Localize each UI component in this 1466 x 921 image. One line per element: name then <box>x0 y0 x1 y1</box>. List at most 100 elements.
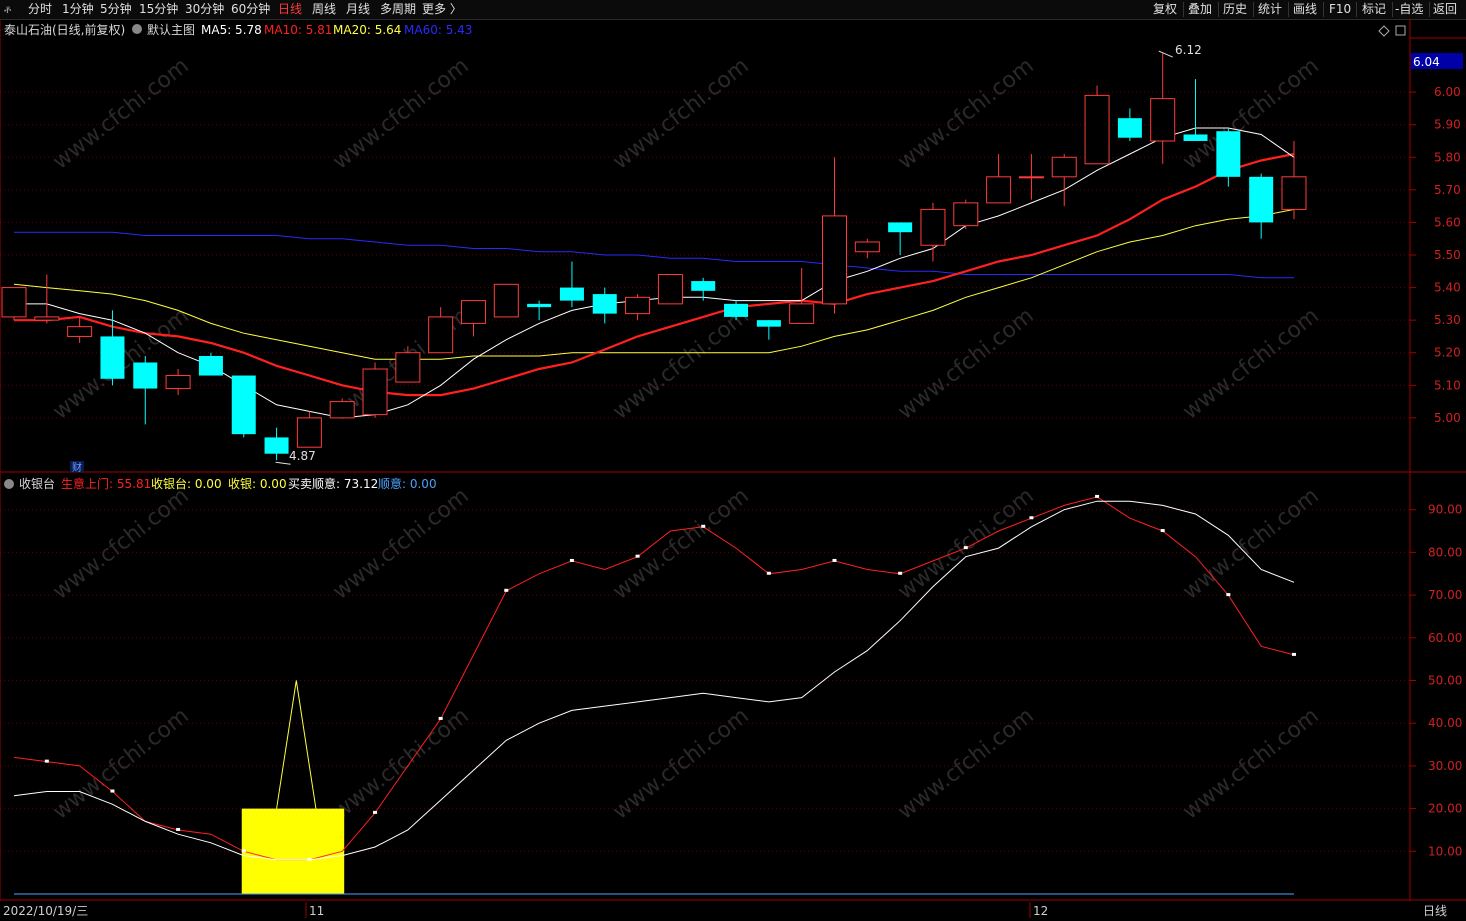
shouyintai-highlight <box>241 808 345 894</box>
ma5-legend: MA5: 5.78 <box>201 23 262 37</box>
candle-body <box>1018 176 1044 179</box>
candle-body <box>822 215 847 305</box>
month-tick-11: 11 <box>309 904 324 918</box>
candle <box>165 369 191 396</box>
template-name: 默认主图 <box>147 22 195 37</box>
candle-body <box>231 375 256 435</box>
signal-marker <box>110 789 115 793</box>
watermark-text: www.cfchi.com <box>1178 53 1323 174</box>
signal-marker <box>307 857 312 861</box>
candle-body <box>888 222 913 233</box>
candle <box>920 202 946 262</box>
candle <box>986 154 1012 204</box>
watermark-text: www.cfchi.com <box>893 703 1038 824</box>
candle <box>1281 140 1307 220</box>
finance-marker[interactable]: 财 <box>72 461 82 474</box>
candle-body <box>198 355 223 376</box>
candle-body <box>1150 98 1176 142</box>
ma60-line <box>14 231 1294 279</box>
stock-title: 泰山石油(日线,前复权) <box>4 22 125 37</box>
template-dropdown-icon[interactable] <box>132 24 142 34</box>
candle <box>1216 127 1241 187</box>
watermark-text: www.cfchi.com <box>1178 703 1323 824</box>
signal-marker <box>1226 593 1231 597</box>
price-tick-label: 5.90 <box>1434 118 1461 132</box>
candle <box>198 352 223 376</box>
shouyintai-spike <box>276 680 317 809</box>
candle-body <box>67 326 93 337</box>
candle <box>1117 108 1142 141</box>
candle <box>888 222 913 255</box>
candle-body <box>1084 94 1110 165</box>
candle-body <box>460 300 486 324</box>
signal-marker <box>1029 516 1034 520</box>
candle-body <box>133 362 158 389</box>
candle <box>953 199 979 229</box>
signal-marker <box>569 558 574 562</box>
candle <box>854 238 880 259</box>
candle <box>34 274 60 324</box>
candle-body <box>724 303 749 317</box>
candle <box>1249 173 1274 239</box>
candle <box>1183 79 1208 141</box>
candle-body <box>789 303 815 324</box>
window-icon[interactable] <box>1395 25 1406 36</box>
candle-body <box>657 274 683 305</box>
candle-body <box>953 202 979 227</box>
watermark-text: www.cfchi.com <box>1178 483 1323 604</box>
price-tick-label: 5.40 <box>1434 281 1461 295</box>
candle <box>1 287 27 321</box>
indicator-tick-label: 30.00 <box>1428 759 1462 773</box>
watermark-text: www.cfchi.com <box>608 483 753 604</box>
candle <box>592 287 617 324</box>
candle <box>527 300 552 321</box>
candle-body <box>264 437 289 454</box>
candle <box>460 300 486 337</box>
legend-shunyi: 顺意: 0.00 <box>378 476 437 491</box>
legend-shouyin: 收银: 0.00 <box>228 477 287 491</box>
watermark-text: www.cfchi.com <box>48 703 193 824</box>
time-axis: 2022/10/19/三 11 12 日线 <box>0 902 1447 918</box>
period-label: 日线 <box>1423 904 1447 918</box>
watermark-text: www.cfchi.com <box>608 53 753 174</box>
price-tick-label: 5.10 <box>1434 378 1461 392</box>
candle-body <box>296 417 322 448</box>
candle <box>231 375 256 438</box>
watermark-text: www.cfchi.com <box>893 483 1038 604</box>
main-legend: 泰山石油(日线,前复权) 默认主图 MA5: 5.78 MA10: 5.81 M… <box>4 22 1406 37</box>
indicator-tick-label: 80.00 <box>1428 545 1462 559</box>
indicator-tick-label: 60.00 <box>1428 631 1462 645</box>
candle <box>264 427 289 461</box>
indicator-tick-label: 70.00 <box>1428 588 1462 602</box>
signal-marker <box>832 558 837 562</box>
indicator-tick-label: 40.00 <box>1428 716 1462 730</box>
indicator-dropdown-icon[interactable] <box>4 479 14 489</box>
candle-body <box>559 287 584 301</box>
candle-body <box>1 287 27 318</box>
candle <box>67 316 93 343</box>
watermark-text: www.cfchi.com <box>328 53 473 174</box>
legend-shengyi: 生意上门: 55.81 <box>61 476 151 491</box>
legend-shouyintai: 收银台: 0.00 <box>151 476 222 491</box>
candle <box>1051 154 1077 207</box>
indicator-tick-label: 10.00 <box>1428 844 1462 858</box>
candle <box>756 320 781 340</box>
stock-chart[interactable]: www.cfchi.com www.cfchi.com www.cfchi.com w… <box>0 0 1466 921</box>
price-tick-label: 5.50 <box>1434 248 1461 262</box>
candle <box>559 261 584 308</box>
price-tick-label: 5.00 <box>1434 411 1461 425</box>
candle-body <box>493 283 519 318</box>
diamond-icon[interactable] <box>1378 25 1390 37</box>
candle-body <box>986 176 1012 204</box>
candle-body <box>100 336 125 379</box>
price-tick-label: 5.30 <box>1434 313 1461 327</box>
indicator-name: 收银台 <box>19 476 55 491</box>
candle <box>296 411 322 448</box>
candle <box>329 398 355 419</box>
watermark-text: www.cfchi.com <box>328 483 473 604</box>
candle-body <box>920 208 946 246</box>
low-label: 4.87 <box>289 449 316 463</box>
signal-marker <box>963 546 968 550</box>
signal-marker <box>898 571 903 575</box>
candle-body <box>1216 131 1241 177</box>
